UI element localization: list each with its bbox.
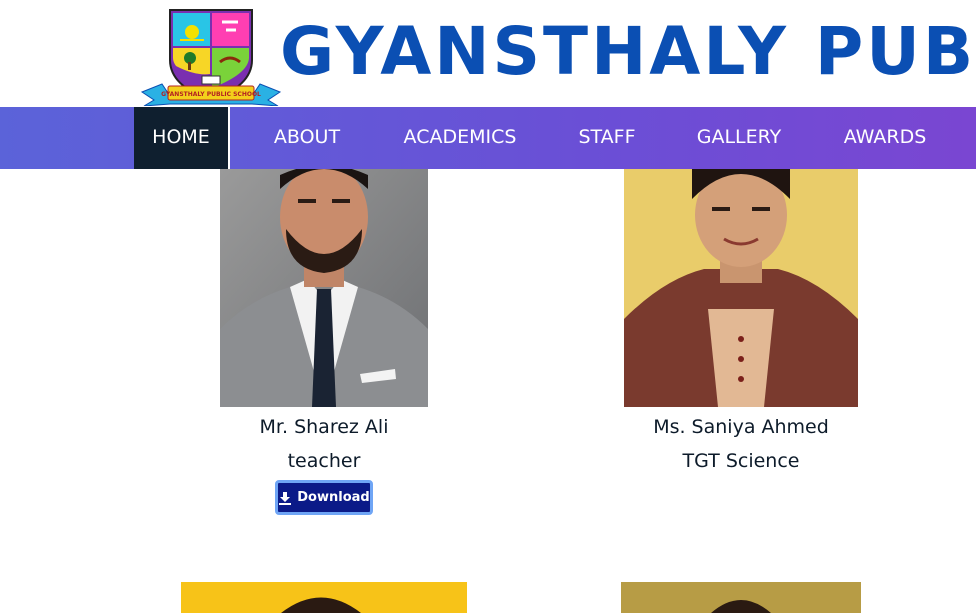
nav-academics[interactable]: ACADEMICS [394, 107, 526, 169]
staff-photo-next-1 [181, 582, 467, 613]
site-header: GYANSTHALY PUBLIC SCHOOL GYANSTHALY PUBL… [0, 0, 976, 107]
nav-home[interactable]: HOME [134, 107, 230, 169]
logo-ribbon-text: GYANSTHALY PUBLIC SCHOOL [161, 91, 261, 98]
staff-name: Ms. Saniya Ahmed [653, 416, 829, 438]
staff-photo-saniya-ahmed [624, 169, 858, 407]
staff-name: Mr. Sharez Ali [259, 416, 389, 438]
nav-awards[interactable]: AWARDS [834, 107, 936, 169]
staff-photo-next-2 [621, 582, 861, 613]
school-name-title: GYANSTHALY PUBLIC SCHOOL [280, 13, 976, 90]
main-navigation: HOME ABOUT ACADEMICS STAFF GALLERY AWARD… [0, 107, 976, 169]
download-icon [279, 491, 292, 505]
school-logo[interactable]: GYANSTHALY PUBLIC SCHOOL [140, 4, 282, 106]
staff-role: TGT Science [682, 450, 800, 472]
download-button-label: Download [297, 490, 370, 505]
nav-about[interactable]: ABOUT [262, 107, 352, 169]
nav-gallery[interactable]: GALLERY [684, 107, 794, 169]
staff-photo-sharez-ali [220, 169, 428, 407]
download-button[interactable]: Download [275, 480, 373, 515]
staff-role: teacher [287, 450, 361, 472]
nav-staff[interactable]: STAFF [566, 107, 648, 169]
